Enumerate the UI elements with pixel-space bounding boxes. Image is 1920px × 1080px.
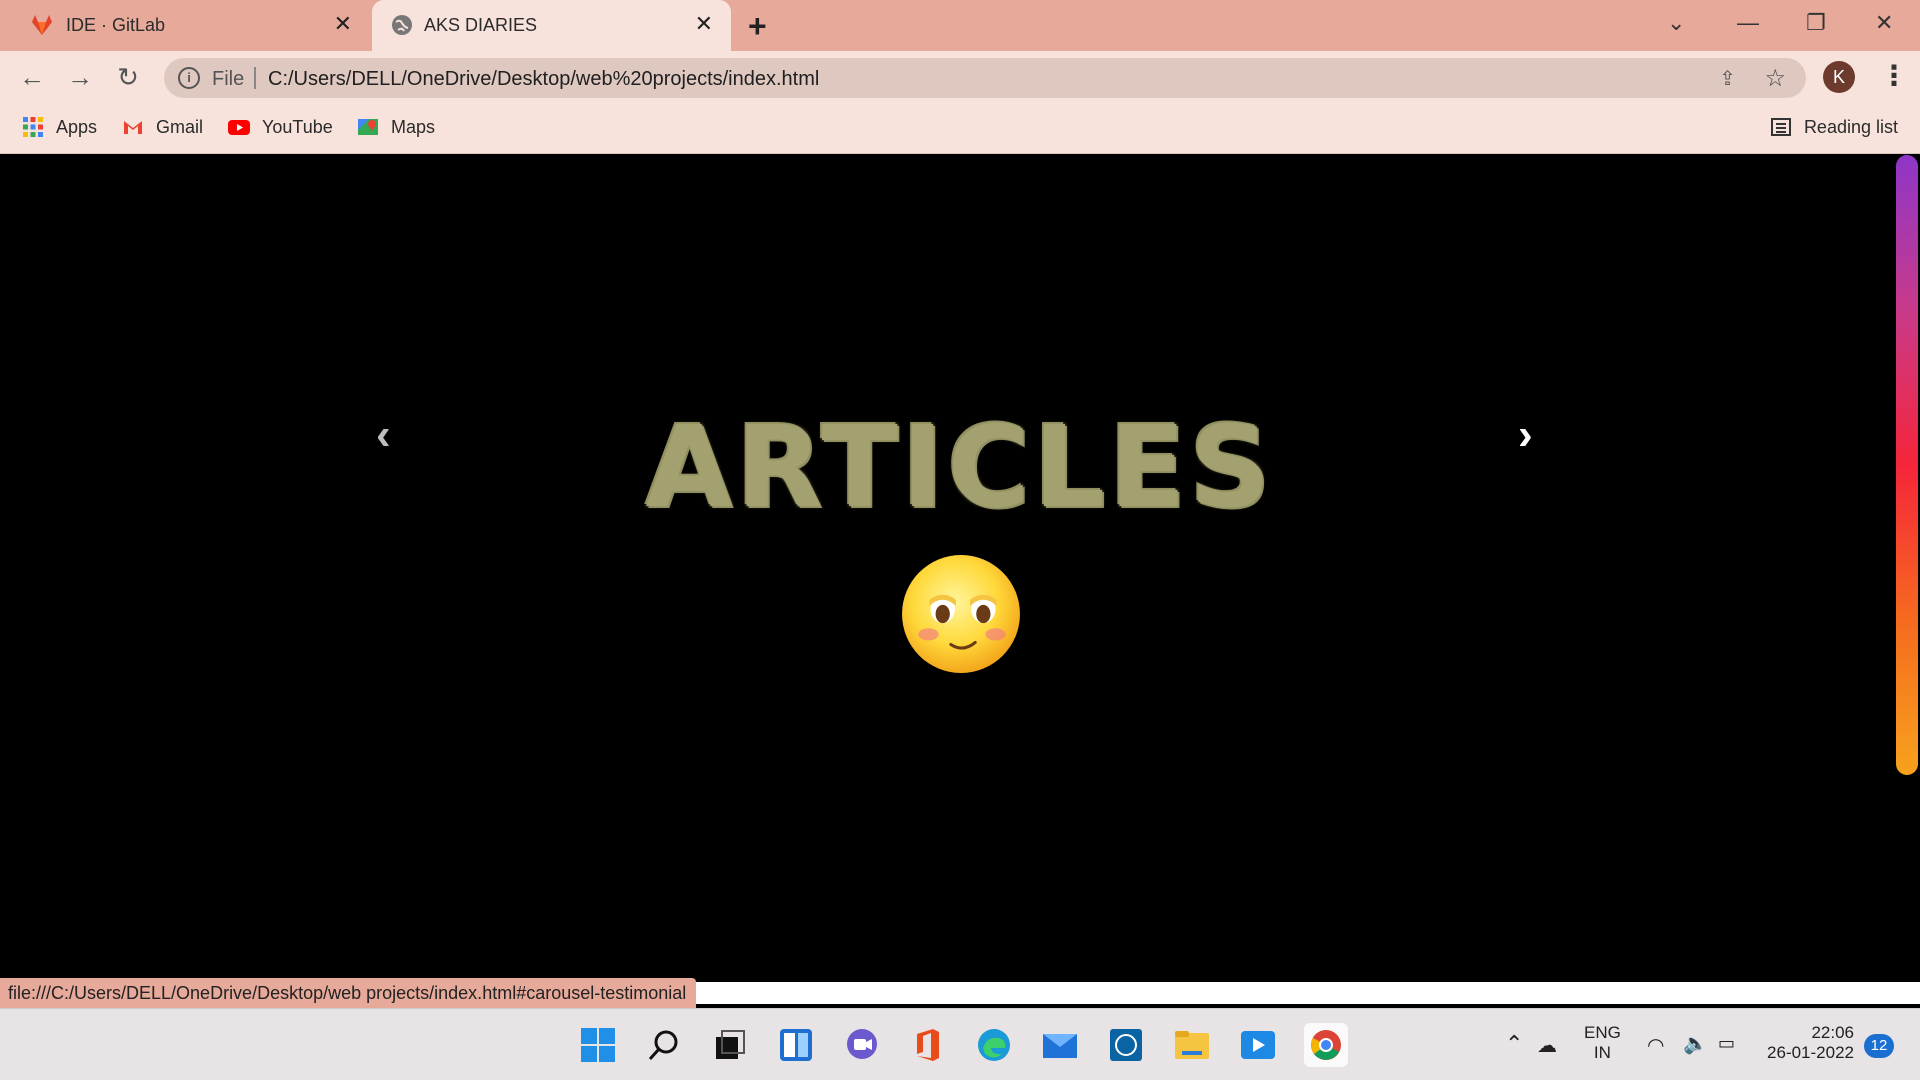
bookmark-label: Maps: [391, 116, 436, 137]
language-indicator[interactable]: ENG IN: [1584, 1023, 1621, 1063]
office-icon[interactable]: [910, 1027, 946, 1063]
edge-icon[interactable]: [976, 1027, 1012, 1063]
close-icon[interactable]: ✕: [695, 11, 713, 37]
tab-title: IDE · GitLab: [66, 15, 166, 35]
show-hidden-icons-icon[interactable]: ⌃: [1505, 1031, 1523, 1057]
tab-aks-diaries[interactable]: AKS DIARIES ✕: [372, 0, 731, 51]
new-tab-button[interactable]: +: [748, 8, 767, 45]
time: 22:06: [1811, 1023, 1854, 1042]
battery-icon[interactable]: ▭: [1718, 1033, 1735, 1054]
forward-icon[interactable]: →: [64, 61, 96, 93]
bookmark-label: Gmail: [156, 116, 204, 137]
bookmark-youtube[interactable]: YouTube: [228, 116, 333, 138]
gmail-icon: [124, 121, 142, 134]
web-page: ‹ › ARTICLES: [0, 155, 1920, 985]
back-icon[interactable]: ←: [16, 61, 48, 93]
wifi-icon[interactable]: ◠: [1647, 1033, 1664, 1058]
notification-badge[interactable]: 12: [1864, 1034, 1894, 1058]
tab-title: AKS DIARIES: [424, 15, 538, 35]
bookmark-label: YouTube: [262, 116, 333, 137]
divider: [254, 67, 256, 89]
volume-icon[interactable]: 🔈: [1683, 1031, 1708, 1056]
apps-grid-icon: [23, 117, 43, 137]
tab-strip: IDE · GitLab ✕ AKS DIARIES ✕ + ⌄ — ❐ ✕: [0, 0, 1920, 51]
reading-list-button[interactable]: Reading list: [1770, 116, 1898, 138]
teams-chat-icon[interactable]: [844, 1027, 880, 1063]
language-code: ENG: [1584, 1023, 1621, 1042]
menu-icon[interactable]: ⋮: [1880, 59, 1908, 92]
widgets-icon[interactable]: [778, 1027, 814, 1063]
restore-icon[interactable]: ❐: [1806, 10, 1826, 36]
mail-icon[interactable]: [1042, 1027, 1078, 1063]
tab-gitlab[interactable]: IDE · GitLab ✕: [0, 0, 370, 51]
bookmark-maps[interactable]: Maps: [357, 116, 435, 138]
start-icon[interactable]: [580, 1027, 616, 1063]
windows-taskbar: ⌃ ☁ ENG IN ◠ 🔈 ▭ 22:06 26-01-2022 12: [0, 1008, 1920, 1080]
youtube-icon: [228, 120, 250, 135]
bookmarks-bar: Apps Gmail YouTube Maps Reading list: [0, 104, 1920, 154]
url-scheme: File: [212, 68, 245, 90]
dell-icon[interactable]: [1108, 1027, 1144, 1063]
bookmark-label: Apps: [56, 116, 98, 137]
share-icon[interactable]: ⇪: [1719, 66, 1736, 91]
scrollbar-thumb[interactable]: [1896, 155, 1918, 775]
reading-list-icon: [1770, 118, 1791, 136]
profile-avatar[interactable]: K: [1823, 61, 1855, 93]
info-icon[interactable]: i: [178, 67, 200, 89]
browser-toolbar: ← → ↻ i File C:/Users/DELL/OneDrive/Desk…: [0, 51, 1920, 104]
close-icon[interactable]: ✕: [334, 11, 352, 37]
bookmark-apps[interactable]: Apps: [22, 116, 97, 138]
page-heading: ARTICLES: [645, 403, 1275, 533]
clock[interactable]: 22:06 26-01-2022: [1764, 1023, 1854, 1063]
search-icon[interactable]: [646, 1027, 682, 1063]
bookmark-gmail[interactable]: Gmail: [122, 116, 203, 138]
task-view-icon[interactable]: [712, 1027, 748, 1063]
close-window-icon[interactable]: ✕: [1875, 10, 1893, 36]
address-bar[interactable]: i File C:/Users/DELL/OneDrive/Desktop/we…: [164, 58, 1806, 98]
maps-icon: [358, 119, 378, 135]
url-text[interactable]: C:/Users/DELL/OneDrive/Desktop/web%20pro…: [268, 68, 819, 91]
reading-list-label: Reading list: [1803, 116, 1898, 137]
minimize-icon[interactable]: —: [1737, 10, 1759, 36]
bookmark-star-icon[interactable]: ☆: [1764, 64, 1786, 93]
blushing-emoji-icon: [902, 555, 1020, 673]
globe-icon: [392, 15, 412, 35]
media-player-icon[interactable]: [1240, 1027, 1276, 1063]
reload-icon[interactable]: ↻: [112, 61, 144, 93]
tab-search-icon[interactable]: ⌄: [1667, 10, 1685, 36]
status-bar: file:///C:/Users/DELL/OneDrive/Desktop/w…: [0, 978, 697, 1008]
gitlab-icon: [32, 15, 52, 35]
file-explorer-icon[interactable]: [1174, 1027, 1210, 1063]
date: 26-01-2022: [1767, 1043, 1854, 1062]
region-code: IN: [1593, 1043, 1611, 1062]
onedrive-icon[interactable]: ☁: [1537, 1033, 1557, 1058]
chrome-icon[interactable]: [1304, 1023, 1348, 1067]
